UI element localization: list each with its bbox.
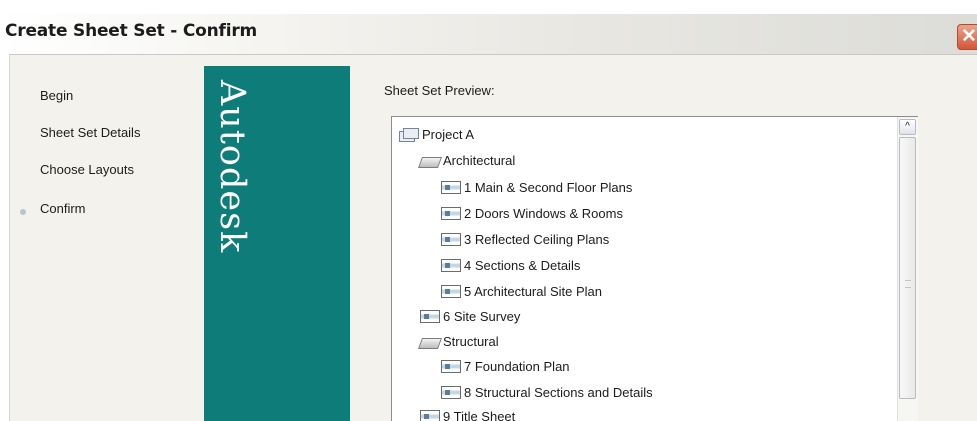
scroll-up-button[interactable]: ^ xyxy=(899,119,916,135)
sheet-icon xyxy=(441,232,461,246)
sheet-icon xyxy=(441,385,461,399)
tree-item-label: Structural xyxy=(443,333,499,349)
nav-step-sheet-set-details: Sheet Set Details xyxy=(40,125,141,140)
subset-icon xyxy=(417,335,443,349)
nav-step-begin: Begin xyxy=(40,88,74,103)
tree-item-label: Architectural xyxy=(443,152,516,168)
tree-item-structural[interactable]: Structural xyxy=(417,332,499,350)
tree-item-sheet-3[interactable]: 3 Reflected Ceiling Plans xyxy=(441,230,609,248)
grip-icon xyxy=(905,280,911,288)
tree-item-sheet-8[interactable]: 8 Structural Sections and Details xyxy=(441,383,653,401)
close-icon: ✕ xyxy=(961,26,977,47)
sheet-icon xyxy=(441,180,461,194)
tree-item-label: 4 Sections & Details xyxy=(464,257,581,273)
current-step-bullet-icon xyxy=(20,209,26,215)
tree-item-sheet-4[interactable]: 4 Sections & Details xyxy=(441,256,580,274)
window-top-edge xyxy=(0,0,977,14)
sheet-set-preview-tree[interactable]: Project A Architectural 1 Main & Second … xyxy=(391,116,918,421)
tree-item-label: 2 Doors Windows & Rooms xyxy=(464,205,623,221)
sheet-icon xyxy=(441,258,461,272)
brand-banner: Autodesk xyxy=(204,66,350,421)
tree-item-label: 1 Main & Second Floor Plans xyxy=(464,179,633,195)
close-button[interactable]: ✕ xyxy=(957,24,977,50)
tree-item-sheet-7[interactable]: 7 Foundation Plan xyxy=(441,357,570,375)
tree-item-label: 8 Structural Sections and Details xyxy=(464,384,653,400)
sheet-set-icon xyxy=(399,128,419,142)
tree-item-label: 9 Title Sheet xyxy=(443,408,516,421)
tree-item-label: 6 Site Survey xyxy=(443,308,521,324)
tree-item-architectural[interactable]: Architectural xyxy=(417,151,516,169)
sheet-icon xyxy=(441,206,461,220)
brand-logo-text: Autodesk xyxy=(212,80,252,254)
create-sheet-set-dialog: Create Sheet Set - Confirm ✕ Begin Sheet… xyxy=(0,0,977,421)
sheet-icon xyxy=(420,309,440,323)
scroll-thumb[interactable] xyxy=(899,137,916,399)
subset-icon xyxy=(417,154,443,168)
nav-step-confirm: Confirm xyxy=(40,201,86,216)
window-left-edge xyxy=(0,54,10,421)
tree-item-sheet-5[interactable]: 5 Architectural Site Plan xyxy=(441,282,602,300)
window-title: Create Sheet Set - Confirm xyxy=(5,21,258,41)
tree-item-sheet-9[interactable]: 9 Title Sheet xyxy=(420,407,515,421)
tree-item-project-a[interactable]: Project A xyxy=(399,125,474,143)
tree-item-label: Project A xyxy=(422,126,475,142)
sheet-icon xyxy=(441,284,461,298)
tree-vertical-scrollbar[interactable]: ^ xyxy=(897,117,918,421)
sheet-set-preview-label: Sheet Set Preview: xyxy=(384,83,495,98)
tree-item-sheet-6[interactable]: 6 Site Survey xyxy=(420,307,520,325)
tree-item-label: 3 Reflected Ceiling Plans xyxy=(464,231,610,247)
sheet-icon xyxy=(420,409,440,421)
tree-item-sheet-1[interactable]: 1 Main & Second Floor Plans xyxy=(441,178,632,196)
tree-item-sheet-2[interactable]: 2 Doors Windows & Rooms xyxy=(441,204,623,222)
nav-step-choose-layouts: Choose Layouts xyxy=(40,162,134,177)
tree-item-label: 7 Foundation Plan xyxy=(464,358,570,374)
sheet-icon xyxy=(441,359,461,373)
title-bar[interactable]: Create Sheet Set - Confirm ✕ xyxy=(0,14,977,55)
wizard-steps-nav: Begin Sheet Set Details Choose Layouts C… xyxy=(10,56,203,421)
chevron-up-icon: ^ xyxy=(905,121,910,132)
tree-item-label: 5 Architectural Site Plan xyxy=(464,283,603,299)
